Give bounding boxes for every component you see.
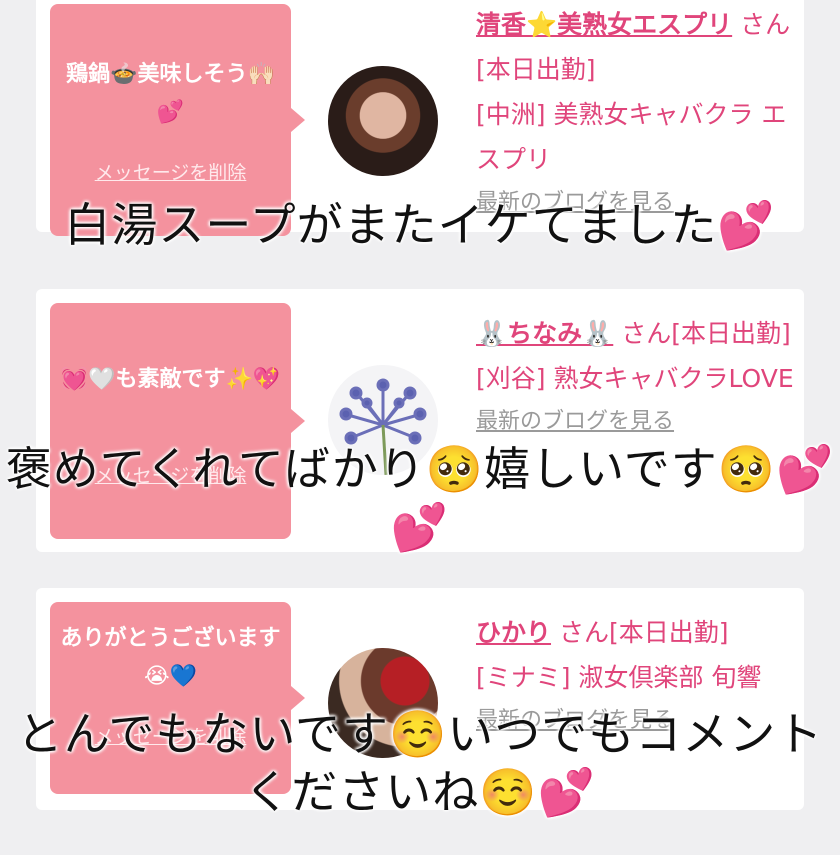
profile-name-link[interactable]: 清香⭐️美熟女エスプリ: [476, 10, 732, 39]
avatar[interactable]: [328, 66, 438, 176]
shop-name: [中洲] 美熟女キャバクラ エスプリ: [476, 100, 787, 174]
attendance-status: さん[本日出勤]: [558, 618, 729, 647]
shop-name: [ミナミ] 淑女倶楽部 旬響: [476, 663, 762, 692]
message-text: 💓🤍も素敵です✨💖: [60, 367, 281, 392]
profile-name-link[interactable]: ひかり: [476, 618, 551, 647]
profile-name-link[interactable]: 🐰ちなみ🐰: [476, 319, 613, 348]
profile-info: 🐰ちなみ🐰 さん[本日出勤] [刈谷] 熟女キャバクラLOVE 最新のブログを見…: [476, 311, 796, 439]
message-text: ありがとうございます😭💙: [60, 626, 281, 689]
shop-name: [刈谷] 熟女キャバクラLOVE: [476, 364, 794, 393]
overlay-caption: 褒めてくれてばかり🥺嬉しいです🥺💕💕: [5, 442, 835, 554]
delete-message-link[interactable]: メッセージを削除: [50, 158, 291, 185]
overlay-caption: 白湯スープがまたイケてました💕: [64, 198, 776, 252]
overlay-caption: とんでもないです☺️いつでもコメントくださいね☺️💕: [16, 707, 824, 819]
attendance-status: さん[本日出勤]: [621, 319, 791, 348]
message-text: 鶏鍋🍲美味しそう🙌🏻💕: [66, 62, 275, 125]
latest-blog-link[interactable]: 最新のブログを見る: [476, 405, 796, 439]
profile-info: 清香⭐️美熟女エスプリ さん[本日出勤] [中洲] 美熟女キャバクラ エスプリ …: [476, 2, 796, 220]
